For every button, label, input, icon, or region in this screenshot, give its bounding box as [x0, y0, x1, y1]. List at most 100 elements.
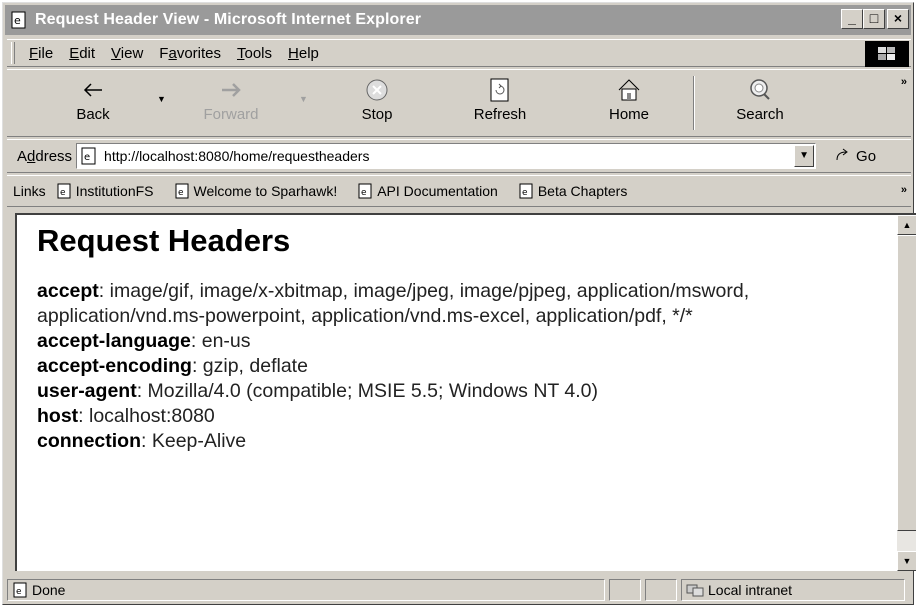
menu-tools[interactable]: Tools: [229, 45, 280, 62]
header-value: : image/gif, image/x-xbitmap, image/jpeg…: [37, 280, 750, 327]
menu-favorites[interactable]: Favorites: [151, 45, 229, 62]
header-entry: connection: Keep-Alive: [37, 429, 877, 454]
link-label: InstitutionFS: [75, 183, 154, 199]
link-institutionfs[interactable]: e InstitutionFS: [56, 183, 154, 199]
forward-button[interactable]: Forward: [193, 74, 269, 132]
window-title: Request Header View - Microsoft Internet…: [35, 11, 422, 28]
home-label: Home: [608, 106, 649, 123]
local-intranet-icon: [686, 584, 704, 597]
stop-button[interactable]: Stop: [347, 74, 407, 132]
links-chevron-icon[interactable]: »: [901, 184, 907, 196]
header-name: accept: [37, 280, 99, 302]
links-bar: Links e InstitutionFS e Welcome to Sparh…: [7, 175, 911, 207]
menubar-grip[interactable]: [11, 42, 15, 64]
scroll-up-button[interactable]: ▲: [897, 215, 916, 235]
scroll-down-button[interactable]: ▼: [897, 551, 916, 571]
go-button[interactable]: Go: [834, 148, 876, 165]
home-icon: [599, 74, 659, 106]
refresh-button[interactable]: Refresh: [465, 74, 535, 132]
go-label: Go: [856, 147, 877, 165]
stop-label: Stop: [361, 106, 393, 123]
link-label: API Documentation: [377, 183, 498, 199]
zone-label: Local intranet: [708, 582, 793, 598]
maximize-button[interactable]: □: [863, 9, 885, 29]
page-icon: e: [81, 147, 96, 165]
toolbar-chevron-icon[interactable]: »: [901, 76, 907, 88]
vertical-scrollbar[interactable]: ▲ ▼: [897, 215, 916, 571]
header-entry: accept: image/gif, image/x-xbitmap, imag…: [37, 279, 877, 329]
status-panel-empty: [645, 579, 677, 601]
header-value: : gzip, deflate: [191, 355, 308, 377]
forward-arrow-icon: [193, 74, 269, 106]
home-button[interactable]: Home: [599, 74, 659, 132]
refresh-icon: [465, 74, 535, 106]
close-button[interactable]: ×: [887, 9, 909, 29]
header-entry: accept-encoding: gzip, deflate: [37, 354, 877, 379]
page-viewport: Request Headers accept: image/gif, image…: [15, 213, 916, 571]
header-value: : en-us: [190, 330, 251, 352]
go-arrow-icon: [836, 148, 848, 161]
link-page-icon: e: [57, 183, 71, 199]
svg-text:e: e: [14, 14, 21, 27]
svg-text:e: e: [16, 587, 22, 597]
title-bar[interactable]: e Request Header View - Microsoft Intern…: [5, 5, 911, 35]
header-entry: user-agent: Mozilla/4.0 (compatible; MSI…: [37, 379, 877, 404]
ie-page-icon: e: [11, 11, 26, 29]
menu-edit[interactable]: Edit: [61, 45, 103, 62]
link-page-icon: e: [175, 183, 189, 199]
address-label: Address: [17, 147, 73, 165]
minimize-button[interactable]: _: [841, 9, 863, 29]
forward-dropdown-icon[interactable]: ▼: [299, 94, 308, 104]
standard-toolbar: Back ▼ Forward ▼ Stop Refresh Home Searc…: [7, 69, 911, 137]
back-dropdown-icon[interactable]: ▼: [157, 94, 166, 104]
svg-text:e: e: [522, 188, 528, 198]
links-label: Links: [13, 183, 46, 199]
header-entry: accept-language: en-us: [37, 329, 877, 354]
zone-panel: Local intranet: [681, 579, 905, 601]
browser-window: e Request Header View - Microsoft Intern…: [2, 2, 916, 605]
headers-list: accept: image/gif, image/x-xbitmap, imag…: [37, 279, 877, 454]
svg-text:e: e: [178, 188, 184, 198]
menu-help[interactable]: Help: [280, 45, 327, 62]
status-text-panel: e Done: [7, 579, 605, 601]
link-page-icon: e: [358, 183, 372, 199]
link-api-documentation[interactable]: e API Documentation: [357, 183, 498, 199]
back-label: Back: [76, 106, 110, 123]
menu-view[interactable]: View: [103, 45, 151, 62]
toolbar-separator: [693, 76, 695, 130]
back-button[interactable]: Back: [63, 74, 123, 132]
header-name: connection: [37, 430, 142, 452]
status-panel-empty: [609, 579, 641, 601]
address-dropdown-icon[interactable]: ▼: [794, 145, 815, 167]
header-value: : Mozilla/4.0 (compatible; MSIE 5.5; Win…: [136, 380, 599, 402]
menu-bar: File Edit View Favorites Tools Help: [7, 39, 911, 67]
stop-icon: [347, 74, 407, 106]
link-label: Welcome to Sparhawk!: [193, 183, 338, 199]
address-url: http://localhost:8080/home/requestheader…: [104, 148, 370, 164]
menu-file[interactable]: File: [21, 45, 61, 62]
search-icon: [725, 74, 795, 106]
header-value: : localhost:8080: [78, 405, 215, 427]
link-label: Beta Chapters: [537, 183, 628, 199]
header-value: : Keep-Alive: [141, 430, 247, 452]
windows-logo-icon: [865, 41, 909, 67]
svg-text:e: e: [60, 188, 66, 198]
svg-text:e: e: [361, 188, 367, 198]
forward-label: Forward: [203, 106, 259, 123]
page-done-icon: e: [13, 582, 27, 598]
link-beta-chapters[interactable]: e Beta Chapters: [518, 183, 628, 199]
page-heading: Request Headers: [37, 223, 291, 258]
header-name: accept-language: [37, 330, 191, 352]
link-welcome-sparhawk[interactable]: e Welcome to Sparhawk!: [174, 183, 338, 199]
search-button[interactable]: Search: [725, 74, 795, 132]
svg-text:e: e: [84, 152, 90, 163]
header-entry: host: localhost:8080: [37, 404, 877, 429]
header-name: user-agent: [37, 380, 137, 402]
scroll-thumb[interactable]: [897, 235, 916, 531]
refresh-label: Refresh: [473, 106, 527, 123]
address-bar: Address e http://localhost:8080/home/req…: [7, 139, 911, 173]
page-content: Request Headers accept: image/gif, image…: [37, 223, 877, 454]
link-page-icon: e: [519, 183, 533, 199]
status-bar: e Done Local intranet: [7, 577, 911, 603]
address-input[interactable]: e http://localhost:8080/home/requesthead…: [76, 143, 817, 169]
